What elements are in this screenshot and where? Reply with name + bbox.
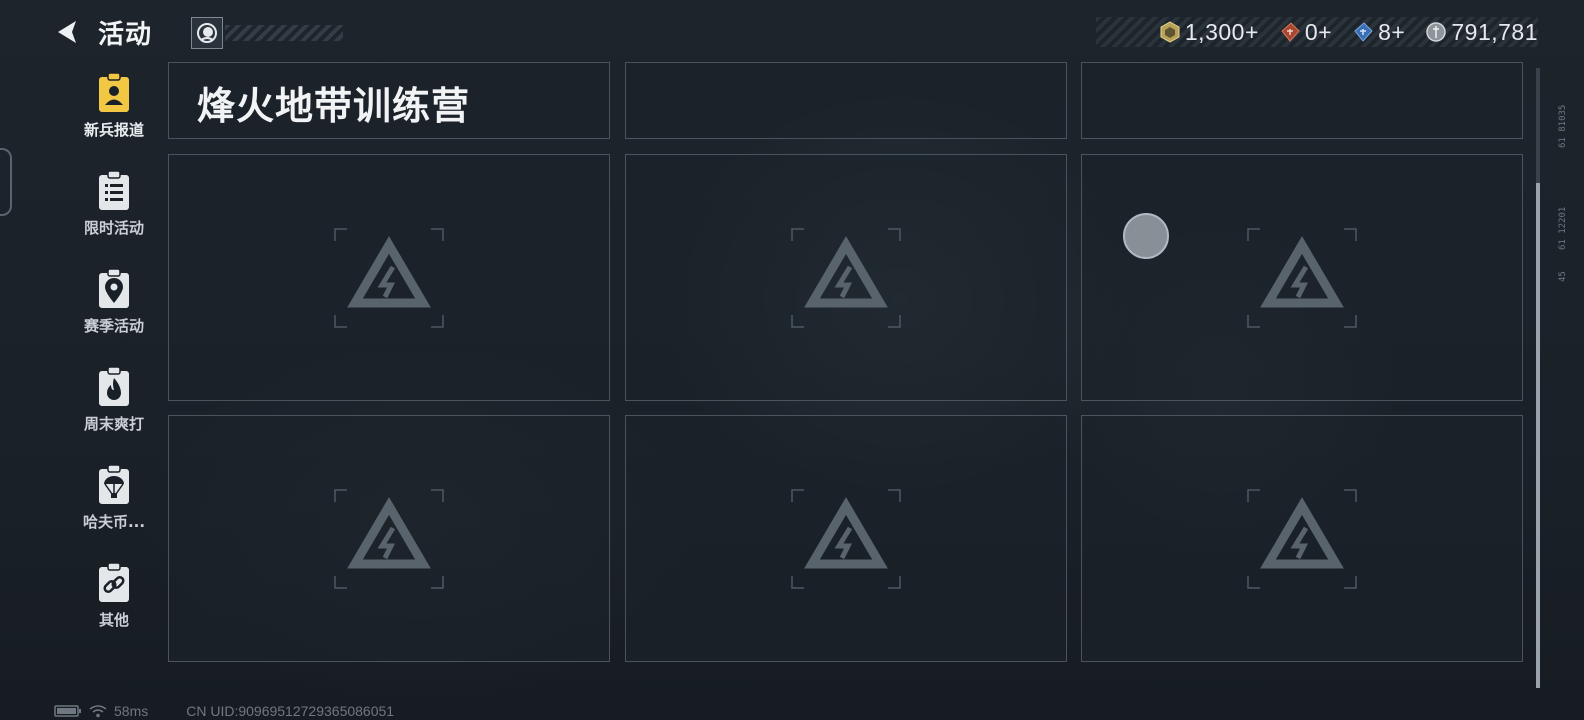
- sidebar-item-label: 周末爽打: [83, 415, 144, 433]
- sidebar-item-label: 新兵报道: [83, 121, 144, 139]
- sidebar-item-label: 哈夫币...: [82, 513, 146, 531]
- page-title: 活动: [98, 19, 153, 50]
- featured-activity-card[interactable]: 烽火地带训练营: [168, 62, 610, 139]
- currency-blue-value: 8+: [1378, 18, 1406, 45]
- rail-label: 61 81035: [1558, 104, 1568, 148]
- sidebar-item-other[interactable]: 其他: [66, 562, 162, 642]
- rail-label: 61 12201: [1558, 206, 1568, 250]
- scrollbar[interactable]: [1536, 68, 1540, 688]
- silver-coin-icon: [1426, 22, 1447, 42]
- list-clipboard-icon: [99, 170, 129, 210]
- edge-drawer-handle[interactable]: [0, 148, 12, 216]
- wifi-icon: [89, 705, 107, 718]
- activity-card[interactable]: [1081, 415, 1523, 662]
- currency-gold-value: 1,300+: [1184, 18, 1259, 45]
- parachute-clipboard-icon: [99, 464, 129, 504]
- profile-button[interactable]: [191, 17, 223, 49]
- currency-red-value: 0+: [1304, 18, 1333, 45]
- activity-card[interactable]: [625, 415, 1067, 662]
- currency-gold[interactable]: 1,300+: [1159, 19, 1259, 46]
- placeholder-logo-icon: [334, 488, 444, 589]
- sidebar-item-label: 赛季活动: [83, 317, 144, 335]
- sidebar-item-weekend[interactable]: 周末爽打: [66, 366, 162, 446]
- touch-indicator: [1123, 213, 1169, 259]
- rail-label: 45: [1558, 271, 1568, 282]
- red-ticket-icon: [1281, 22, 1300, 42]
- top-bar: 活动 1,300+ 0+ 8+ 791,781: [0, 0, 1584, 64]
- activity-card-top-right[interactable]: [1081, 62, 1523, 139]
- placeholder-logo-icon: [1247, 488, 1357, 589]
- sidebar-item-label: 其他: [98, 611, 129, 629]
- activity-card[interactable]: [625, 154, 1067, 401]
- back-button[interactable]: 活动: [52, 14, 152, 50]
- gold-crate-icon: [1160, 21, 1180, 43]
- user-uid: CN UID:9096951272936508​6051: [186, 703, 395, 719]
- activity-card-top-middle[interactable]: [625, 62, 1067, 139]
- back-arrow-icon: [58, 21, 76, 43]
- placeholder-logo-icon: [791, 488, 901, 589]
- flame-clipboard-icon: [99, 366, 129, 406]
- scrollbar-thumb[interactable]: [1536, 183, 1540, 688]
- placeholder-logo-icon: [791, 227, 901, 328]
- activity-card[interactable]: [1081, 154, 1523, 401]
- sidebar-item-label: 限时活动: [83, 219, 144, 237]
- placeholder-logo-icon: [1247, 227, 1357, 328]
- header-decoration: [225, 25, 343, 41]
- status-bar: 58ms CN UID:9096951272936508​6051: [54, 702, 394, 720]
- link-clipboard-icon: [99, 562, 129, 602]
- placeholder-logo-icon: [334, 227, 444, 328]
- currency-bar: 1,300+ 0+ 8+ 791,781: [1096, 17, 1538, 47]
- blue-ticket-icon: [1354, 22, 1373, 42]
- recruit-clipboard-icon: [99, 72, 129, 112]
- currency-silver[interactable]: 791,781: [1425, 19, 1538, 46]
- currency-blue-ticket[interactable]: 8+: [1352, 19, 1405, 46]
- sidebar-item-season[interactable]: 赛季活动: [66, 268, 162, 348]
- sidebar-item-recruit[interactable]: 新兵报道: [66, 72, 162, 152]
- location-clipboard-icon: [99, 268, 129, 308]
- avatar-icon: [197, 23, 217, 43]
- activity-card[interactable]: [168, 415, 610, 662]
- sidebar-item-haf-coin[interactable]: 哈夫币...: [66, 464, 162, 544]
- currency-red-ticket[interactable]: 0+: [1279, 19, 1332, 46]
- sidebar-item-limited[interactable]: 限时活动: [66, 170, 162, 250]
- ping-value: 58ms: [114, 703, 149, 719]
- featured-card-title: 烽火地带训练营: [197, 84, 471, 128]
- currency-silver-value: 791,781: [1451, 18, 1538, 45]
- battery-icon: [54, 705, 81, 717]
- activity-card[interactable]: [168, 154, 610, 401]
